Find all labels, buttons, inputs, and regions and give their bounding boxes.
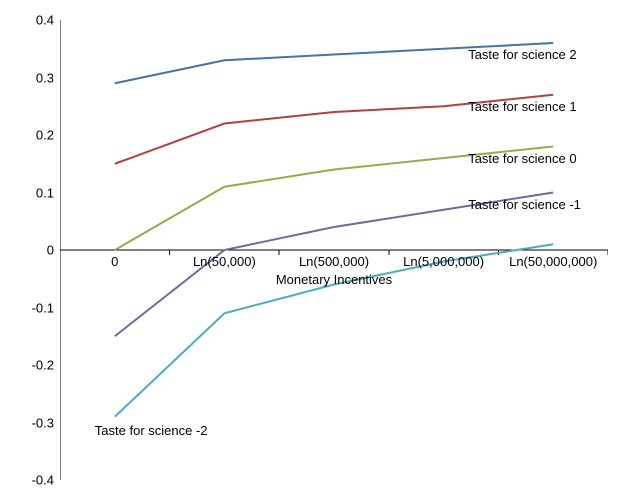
y-tick-label: -0.3: [32, 415, 60, 430]
series-label: Taste for science -2: [95, 423, 208, 438]
y-tick-label: 0.4: [36, 13, 60, 28]
y-tick-label: 0.2: [36, 128, 60, 143]
x-axis-title: Monetary Incentives: [276, 272, 392, 287]
series-line: [115, 244, 553, 417]
series-label: Taste for science -1: [468, 197, 581, 212]
chart-container: -0.4 -0.3 -0.2 -0.1 0 0.1 0.2 0.3 0.4 0 Ln(50,000)…: [0, 0, 628, 500]
x-tick-label: 0: [111, 250, 118, 269]
x-tick-label: Ln(50,000,000): [509, 250, 597, 269]
y-tick-label: -0.1: [32, 300, 60, 315]
y-tick-label: 0.1: [36, 185, 60, 200]
x-tick-label: Ln(500,000): [299, 250, 369, 269]
y-tick-label: 0: [47, 243, 60, 258]
plot-area: -0.4-0.3-0.2-0.100.10.20.30.40Ln(50,000)…: [60, 20, 608, 480]
series-label: Taste for science 0: [468, 151, 576, 166]
y-tick-label: -0.4: [32, 473, 60, 488]
x-tick-label: Ln(50,000): [193, 250, 256, 269]
y-tick-label: 0.3: [36, 70, 60, 85]
x-tick-label: Ln(5,000,000): [403, 250, 484, 269]
series-label: Taste for science 2: [468, 47, 576, 62]
y-tick-label: -0.2: [32, 358, 60, 373]
series-label: Taste for science 1: [468, 99, 576, 114]
